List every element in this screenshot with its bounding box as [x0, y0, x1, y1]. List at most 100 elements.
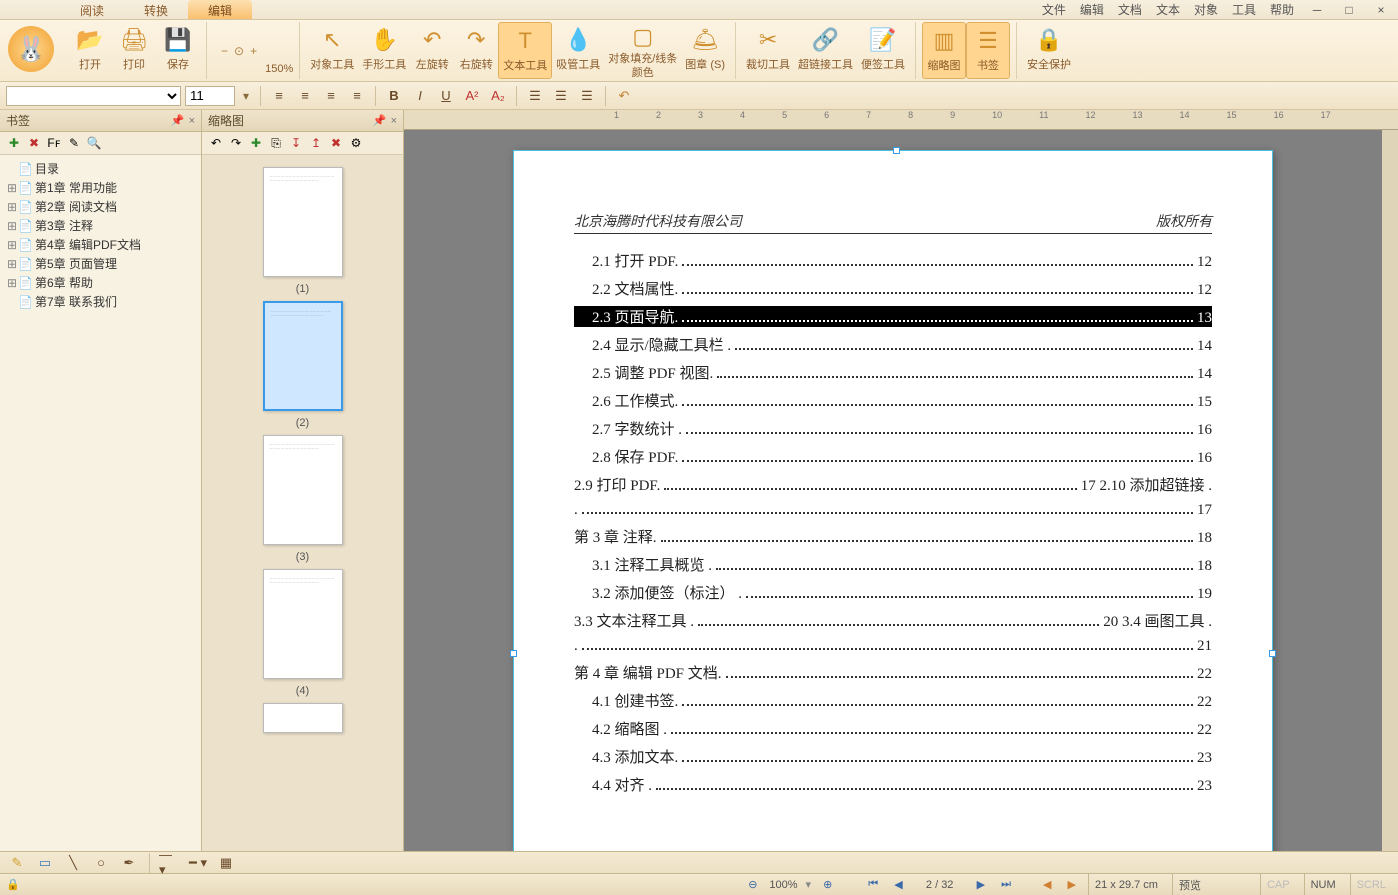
tree-item[interactable]: 📄目录: [4, 159, 197, 178]
document-page[interactable]: 北京海腾时代科技有限公司 版权所有 2.1 打开 PDF. 122.2 文档属性…: [513, 150, 1273, 851]
import-icon[interactable]: ↧: [288, 135, 304, 151]
linespacing-2-button[interactable]: ☰: [550, 85, 572, 107]
thumbnail[interactable]: — — — — — — — — — — — — — — — — — — — — …: [263, 569, 343, 679]
zoom-in-icon[interactable]: +: [250, 44, 257, 58]
export-icon[interactable]: ↥: [308, 135, 324, 151]
thumbnails-view-button[interactable]: ▥缩略图: [922, 22, 966, 79]
pen-tool-icon[interactable]: ✒: [118, 852, 140, 874]
toc-entry[interactable]: 2.3 页面导航. 13: [574, 306, 1212, 327]
thumbnail[interactable]: — — — — — — — — — — — — — — — — — — — — …: [263, 435, 343, 545]
thumbnail[interactable]: — — — — — — — — — — — — — — — — — — — — …: [263, 301, 343, 411]
linespacing-3-button[interactable]: ☰: [576, 85, 598, 107]
toc-entry[interactable]: . 17: [574, 502, 1212, 519]
tab-read[interactable]: 阅读: [60, 0, 124, 19]
tree-item[interactable]: 📄第7章 联系我们: [4, 292, 197, 311]
ellipse-tool-icon[interactable]: ○: [90, 852, 112, 874]
rotate-cw-icon[interactable]: ↷: [228, 135, 244, 151]
zoom-control[interactable]: − ⊙ +: [213, 22, 265, 79]
tree-expand-icon[interactable]: ⊞: [6, 257, 18, 271]
text-tool-button[interactable]: T文本工具: [498, 22, 552, 79]
vertical-scrollbar[interactable]: [1382, 130, 1398, 851]
rotate-right-button[interactable]: ↷右旋转: [454, 22, 498, 79]
line-weight-dropdown[interactable]: ━ ▾: [187, 852, 209, 874]
hand-tool-button[interactable]: ✋手形工具: [358, 22, 410, 79]
thumbnail[interactable]: [263, 703, 343, 733]
copy-page-icon[interactable]: ⎘: [268, 135, 284, 151]
hyperlink-tool-button[interactable]: 🔗超链接工具: [794, 22, 857, 79]
app-logo[interactable]: 🐰: [8, 26, 54, 72]
tree-item[interactable]: ⊞📄第6章 帮助: [4, 273, 197, 292]
thumbnail[interactable]: — — — — — — — — — — — — — — — — — — — — …: [263, 167, 343, 277]
tree-item[interactable]: ⊞📄第4章 编辑PDF文档: [4, 235, 197, 254]
add-bookmark-icon[interactable]: ✚: [6, 135, 22, 151]
tab-convert[interactable]: 转换: [124, 0, 188, 19]
italic-button[interactable]: I: [409, 85, 431, 107]
toc-entry[interactable]: 2.1 打开 PDF. 12: [574, 250, 1212, 271]
document-scroll-area[interactable]: 北京海腾时代科技有限公司 版权所有 2.1 打开 PDF. 122.2 文档属性…: [404, 130, 1382, 851]
table-of-contents[interactable]: 2.1 打开 PDF. 12 2.2 文档属性. 12 2.3 页面导航. 13 2.…: [574, 250, 1212, 795]
menu-help[interactable]: 帮助: [1270, 1, 1294, 18]
toc-entry[interactable]: 4.2 缩略图 . 22: [574, 718, 1212, 739]
align-justify-button[interactable]: ≡: [346, 85, 368, 107]
toc-entry[interactable]: 3.3 文本注释工具 . 20 3.4 画图工具 .: [574, 610, 1212, 631]
font-family-select[interactable]: [6, 86, 181, 106]
maximize-button[interactable]: □: [1340, 3, 1358, 17]
toc-entry[interactable]: 2.2 文档属性. 12: [574, 278, 1212, 299]
undo-button[interactable]: ↶: [613, 85, 635, 107]
delete-bookmark-icon[interactable]: ✖: [26, 135, 42, 151]
print-button[interactable]: 🖨打印: [112, 22, 156, 79]
fill-stroke-button[interactable]: ▢对象填充/线条颜色: [604, 22, 681, 79]
tree-expand-icon[interactable]: ⊞: [6, 181, 18, 195]
zoom-reset-icon[interactable]: ⊙: [234, 44, 244, 58]
zoom-out-status-icon[interactable]: ⊖: [744, 878, 761, 891]
nav-back-button[interactable]: ◀: [1039, 878, 1055, 891]
view-mode[interactable]: 预览: [1172, 874, 1252, 895]
panel-pin-icon[interactable]: 📌: [373, 114, 387, 127]
nav-fwd-button[interactable]: ▶: [1064, 878, 1080, 891]
toc-entry[interactable]: 2.7 字数统计 . 16: [574, 418, 1212, 439]
toc-entry[interactable]: 2.9 打印 PDF. 17 2.10 添加超链接 .: [574, 474, 1212, 495]
prev-page-button[interactable]: ◀: [890, 878, 906, 891]
tree-expand-icon[interactable]: ⊞: [6, 276, 18, 290]
subscript-button[interactable]: A₂: [487, 85, 509, 107]
align-left-button[interactable]: ≡: [268, 85, 290, 107]
bold-button[interactable]: B: [383, 85, 405, 107]
lock-status-icon[interactable]: 🔒: [6, 878, 20, 891]
tree-expand-icon[interactable]: ⊞: [6, 200, 18, 214]
menu-edit[interactable]: 编辑: [1080, 1, 1104, 18]
zoom-out-icon[interactable]: −: [221, 44, 228, 58]
superscript-button[interactable]: A²: [461, 85, 483, 107]
sticky-note-button[interactable]: 📝便签工具: [857, 22, 909, 79]
security-button[interactable]: 🔒安全保护: [1023, 22, 1075, 79]
thumbnail-list[interactable]: — — — — — — — — — — — — — — — — — — — — …: [202, 155, 403, 851]
color-picker-icon[interactable]: ▦: [215, 852, 237, 874]
last-page-button[interactable]: ⏭: [997, 878, 1015, 891]
tree-item[interactable]: ⊞📄第5章 页面管理: [4, 254, 197, 273]
object-tool-button[interactable]: ↖对象工具: [306, 22, 358, 79]
bookmarks-view-button[interactable]: ☰书签: [966, 22, 1010, 79]
eyedropper-tool-button[interactable]: 💧吸管工具: [552, 22, 604, 79]
panel-close-icon[interactable]: ×: [391, 115, 397, 127]
menu-tools[interactable]: 工具: [1232, 1, 1256, 18]
rotate-left-button[interactable]: ↶左旋转: [410, 22, 454, 79]
toc-entry[interactable]: 2.6 工作模式. 15: [574, 390, 1212, 411]
tree-item[interactable]: ⊞📄第2章 阅读文档: [4, 197, 197, 216]
tab-edit[interactable]: 编辑: [188, 0, 252, 19]
toc-entry[interactable]: 4.1 创建书签. 22: [574, 690, 1212, 711]
toc-entry[interactable]: 3.2 添加便签（标注） . 19: [574, 582, 1212, 603]
save-button[interactable]: 💾保存: [156, 22, 200, 79]
pencil-tool-icon[interactable]: ✎: [6, 852, 28, 874]
menu-object[interactable]: 对象: [1194, 1, 1218, 18]
line-tool-icon[interactable]: ╲: [62, 852, 84, 874]
menu-document[interactable]: 文档: [1118, 1, 1142, 18]
zoom-in-status-icon[interactable]: ⊕: [819, 878, 836, 891]
toc-entry[interactable]: 2.8 保存 PDF. 16: [574, 446, 1212, 467]
toc-entry[interactable]: 3.1 注释工具概览 . 18: [574, 554, 1212, 575]
minimize-button[interactable]: ─: [1308, 3, 1326, 17]
font-size-dropdown[interactable]: ▾: [239, 89, 253, 103]
tree-expand-icon[interactable]: ⊞: [6, 238, 18, 252]
rect-tool-icon[interactable]: ▭: [34, 852, 56, 874]
line-style-dropdown[interactable]: — ▾: [159, 852, 181, 874]
tree-item[interactable]: ⊞📄第3章 注释: [4, 216, 197, 235]
rotate-ccw-icon[interactable]: ↶: [208, 135, 224, 151]
